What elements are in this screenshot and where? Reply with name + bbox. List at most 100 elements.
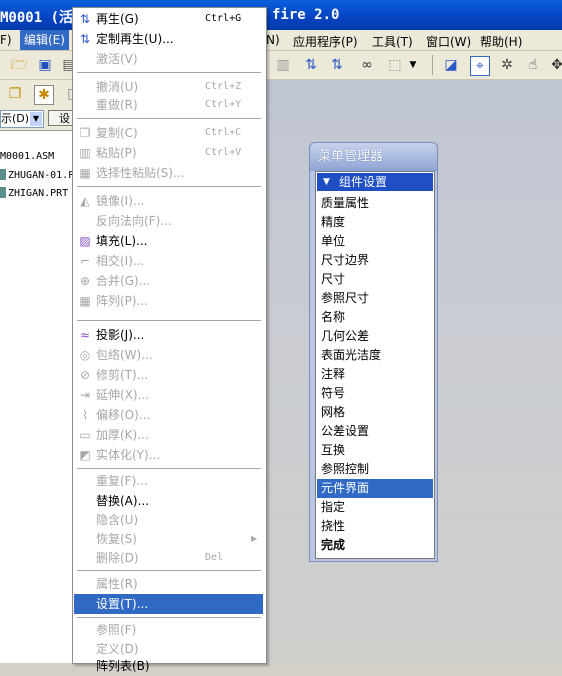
mm-item-label: 表面光洁度 — [321, 348, 382, 362]
menu-item-label: 恢复(S) — [96, 532, 137, 546]
chevron-down-icon[interactable]: ▼ — [404, 56, 422, 74]
pattern-icon: ▦ — [79, 294, 91, 308]
regenerate-toolbar-icon[interactable]: ⇅ — [302, 56, 320, 74]
menu-item-extend[interactable]: ⇥ 延伸(X)... — [74, 385, 263, 405]
mm-item-component-interface[interactable]: 元件界面 — [317, 479, 433, 498]
mm-item-surface-finish[interactable]: 表面光洁度 — [317, 346, 433, 365]
mm-item-mass-properties[interactable]: 质量属性 — [317, 194, 433, 213]
menu-item-regenerate[interactable]: ⇅ 再生(G) Ctrl+G — [74, 9, 263, 29]
menu-item-paste-special[interactable]: ▦ 选择性粘贴(S)... — [74, 163, 263, 183]
menu-item-pattern-table[interactable]: 阵列表(B) — [74, 656, 263, 676]
mm-item-reference-control[interactable]: 参照控制 — [317, 460, 433, 479]
menu-item-shortcut: Del — [205, 552, 224, 563]
save-icon[interactable]: ▣ — [36, 56, 54, 74]
menu-item-intersect[interactable]: ⌐ 相交(I)... — [74, 251, 263, 271]
settings-button[interactable]: 设 — [48, 110, 74, 126]
menu-item-repeat[interactable]: 重复(F)... — [74, 471, 263, 491]
menu-item-undo[interactable]: 撤消(U) Ctrl+Z — [74, 77, 263, 97]
pan-icon[interactable]: ✥ — [548, 56, 562, 74]
paste-toolbar-icon[interactable]: ▥ — [274, 56, 292, 74]
mm-item-geom-tolerance[interactable]: 几何公差 — [317, 327, 433, 346]
menu-item-label: 参照(F) — [96, 623, 137, 637]
menu-help[interactable]: 帮助(H) — [480, 33, 522, 50]
star-icon[interactable]: ✱ — [34, 85, 54, 105]
pointer-icon[interactable]: ☝ — [524, 56, 542, 74]
copy-icon: ❐ — [79, 126, 91, 140]
menu-item-references[interactable]: 参照(F) — [74, 620, 263, 640]
menu-item-label: 阵列表(B) — [96, 659, 150, 673]
mm-item-name[interactable]: 名称 — [317, 308, 433, 327]
menu-item-redo[interactable]: 重做(R) Ctrl+Y — [74, 95, 263, 115]
menu-item-project[interactable]: ≈ 投影(J)... — [74, 325, 263, 345]
mm-item-label: 公差设置 — [321, 424, 370, 438]
menu-item-delete[interactable]: 删除(D) Del — [74, 548, 263, 568]
menu-separator — [77, 186, 261, 187]
mm-item-label: 完成 — [321, 538, 346, 552]
mm-item-dim-bound[interactable]: 尺寸边界 — [317, 251, 433, 270]
open-folder-icon[interactable]: 🗁 — [10, 56, 28, 74]
mm-item-grid[interactable]: 网格 — [317, 403, 433, 422]
layers-icon[interactable]: ❐ — [6, 85, 24, 103]
tree-item[interactable]: ZHIGAN.PRT — [0, 187, 68, 199]
selection-box-icon[interactable]: ⬚ — [386, 56, 404, 74]
menu-item-suppress[interactable]: 隐含(U) — [74, 510, 263, 530]
menu-item-solidify[interactable]: ◩ 实体化(Y)... — [74, 445, 263, 465]
menu-item-replace[interactable]: 替换(A)... — [74, 491, 263, 511]
model-tree: M0001.ASM ZHUGAN-01.P ZHIGAN.PRT — [0, 130, 74, 663]
menu-insert[interactable]: N) — [266, 33, 280, 47]
tree-item[interactable]: M0001.ASM — [0, 151, 54, 162]
spin-center-icon[interactable]: ✲ — [498, 56, 516, 74]
menu-item-label: 实体化(Y)... — [96, 448, 161, 462]
solidify-icon: ◩ — [79, 448, 91, 462]
mm-item-tolerance-setup[interactable]: 公差设置 — [317, 422, 433, 441]
menu-item-thicken[interactable]: ▭ 加厚(K)... — [74, 425, 263, 445]
tree-item[interactable]: ZHUGAN-01.P — [0, 169, 74, 181]
menu-item-copy[interactable]: ❐ 复制(C) Ctrl+C — [74, 123, 263, 143]
menu-manager-window: 菜单管理器 ▼ 组件设置 质量属性 精度 单位 尺寸边界 尺寸 参照尺寸 名称 … — [309, 142, 438, 562]
menu-item-label: 填充(L)... — [96, 234, 148, 248]
menu-item-merge[interactable]: ⊕ 合并(G)... — [74, 271, 263, 291]
mm-item-done[interactable]: 完成 — [317, 536, 433, 555]
menu-item-paste[interactable]: ▥ 粘贴(P) Ctrl+V — [74, 143, 263, 163]
mm-item-label: 质量属性 — [321, 196, 370, 210]
datum-display-icon[interactable]: ◪ — [442, 56, 460, 74]
mm-item-flexibility[interactable]: 挠性 — [317, 517, 433, 536]
menu-edit[interactable]: 编辑(E) — [20, 30, 69, 50]
menu-item-activate[interactable]: 激活(V) — [74, 49, 263, 69]
menu-item-pattern[interactable]: ▦ 阵列(P)... — [74, 291, 263, 311]
menu-separator — [77, 118, 261, 119]
menu-tools[interactable]: 工具(T) — [372, 33, 413, 50]
mm-item-units[interactable]: 单位 — [317, 232, 433, 251]
mm-item-symbol[interactable]: 符号 — [317, 384, 433, 403]
menu-file[interactable]: F) — [0, 33, 12, 47]
collapse-triangle-icon: ▼ — [323, 177, 330, 187]
mm-item-label: 尺寸边界 — [321, 253, 370, 267]
datum-axis-icon[interactable]: ⌖ — [470, 56, 490, 76]
menu-item-offset[interactable]: ⌇ 偏移(O)... — [74, 405, 263, 425]
menu-item-setup[interactable]: 设置(T)... — [74, 594, 263, 614]
submenu-arrow-icon: ▶ — [251, 534, 258, 543]
find-binoculars-icon[interactable]: ∞ — [358, 56, 376, 74]
menu-window[interactable]: 窗口(W) — [426, 33, 471, 50]
secondary-toolbar: ❐ ✱ ▯ — [0, 80, 75, 108]
menu-applications[interactable]: 应用程序(P) — [293, 33, 358, 50]
menu-item-wrap[interactable]: ◎ 包络(W)... — [74, 345, 263, 365]
mm-item-interchange[interactable]: 互换 — [317, 441, 433, 460]
display-select[interactable]: 示(D) ▼ — [0, 110, 44, 128]
custom-regenerate-toolbar-icon[interactable]: ⇅ — [328, 56, 346, 74]
menu-manager-header[interactable]: ▼ 组件设置 — [317, 173, 433, 191]
menu-item-mirror[interactable]: ◭ 镜像(I)... — [74, 191, 263, 211]
mm-item-designate[interactable]: 指定 — [317, 498, 433, 517]
menu-item-flip-normal[interactable]: 反向法向(F)... — [74, 211, 263, 231]
mm-item-dimension[interactable]: 尺寸 — [317, 270, 433, 289]
menu-item-fill[interactable]: ▨ 填充(L)... — [74, 231, 263, 251]
mm-item-ref-dimension[interactable]: 参照尺寸 — [317, 289, 433, 308]
menu-item-label: 包络(W)... — [96, 348, 153, 362]
mm-item-notes[interactable]: 注释 — [317, 365, 433, 384]
menu-item-properties[interactable]: 属性(R) — [74, 574, 263, 594]
menu-item-resume[interactable]: 恢复(S) ▶ — [74, 529, 263, 549]
menu-item-trim[interactable]: ⊘ 修剪(T)... — [74, 365, 263, 385]
menu-manager-title[interactable]: 菜单管理器 — [310, 143, 437, 171]
mm-item-accuracy[interactable]: 精度 — [317, 213, 433, 232]
menu-item-custom-regenerate[interactable]: ⇅ 定制再生(U)... — [74, 29, 263, 49]
